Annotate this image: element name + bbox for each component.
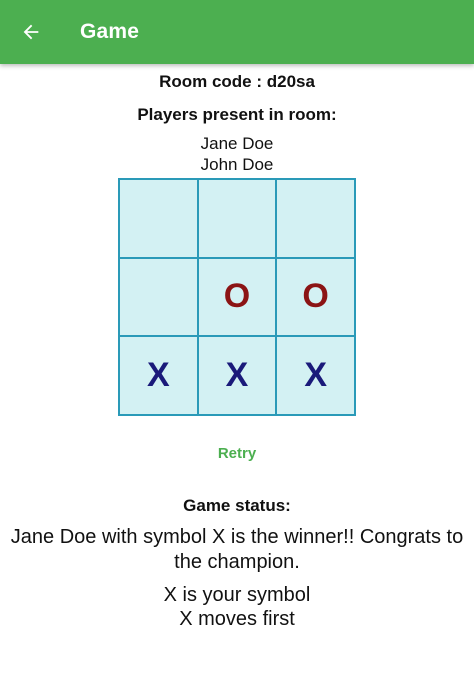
- app-bar: Game: [0, 0, 474, 64]
- retry-button[interactable]: Retry: [208, 441, 266, 466]
- arrow-left-icon: [23, 24, 39, 40]
- status-heading: Game status:: [183, 496, 291, 515]
- game-board: O O X X X: [118, 178, 356, 416]
- board-cell-9[interactable]: X: [276, 336, 355, 415]
- board-cell-7[interactable]: X: [119, 336, 198, 415]
- your-symbol-text: X is your symbol: [163, 584, 311, 606]
- first-move-text: X moves first: [179, 608, 295, 630]
- players-heading: Players present in room:: [137, 105, 337, 124]
- board-cell-2[interactable]: [197, 179, 277, 258]
- board-cell-6[interactable]: O: [276, 257, 355, 337]
- retry-row: Retry: [0, 444, 474, 464]
- symbol-info: X is your symbol X moves first: [0, 583, 474, 631]
- player-name: Jane Doe: [200, 134, 274, 153]
- player-name: John Doe: [200, 155, 274, 174]
- board-cell-5[interactable]: O: [197, 257, 277, 337]
- room-code: Room code : d20sa: [159, 72, 315, 91]
- board-cell-3[interactable]: [276, 179, 355, 258]
- status-message: Jane Doe with symbol X is the winner!! C…: [10, 526, 464, 573]
- back-button[interactable]: [2, 0, 60, 64]
- board-cell-4[interactable]: [119, 257, 198, 337]
- board-cell-1[interactable]: [119, 179, 198, 258]
- board-cell-8[interactable]: X: [197, 336, 277, 415]
- game-info: Room code : d20sa Players present in roo…: [0, 64, 474, 175]
- page-title: Game: [80, 20, 140, 43]
- players-list: Jane Doe John Doe: [0, 133, 474, 175]
